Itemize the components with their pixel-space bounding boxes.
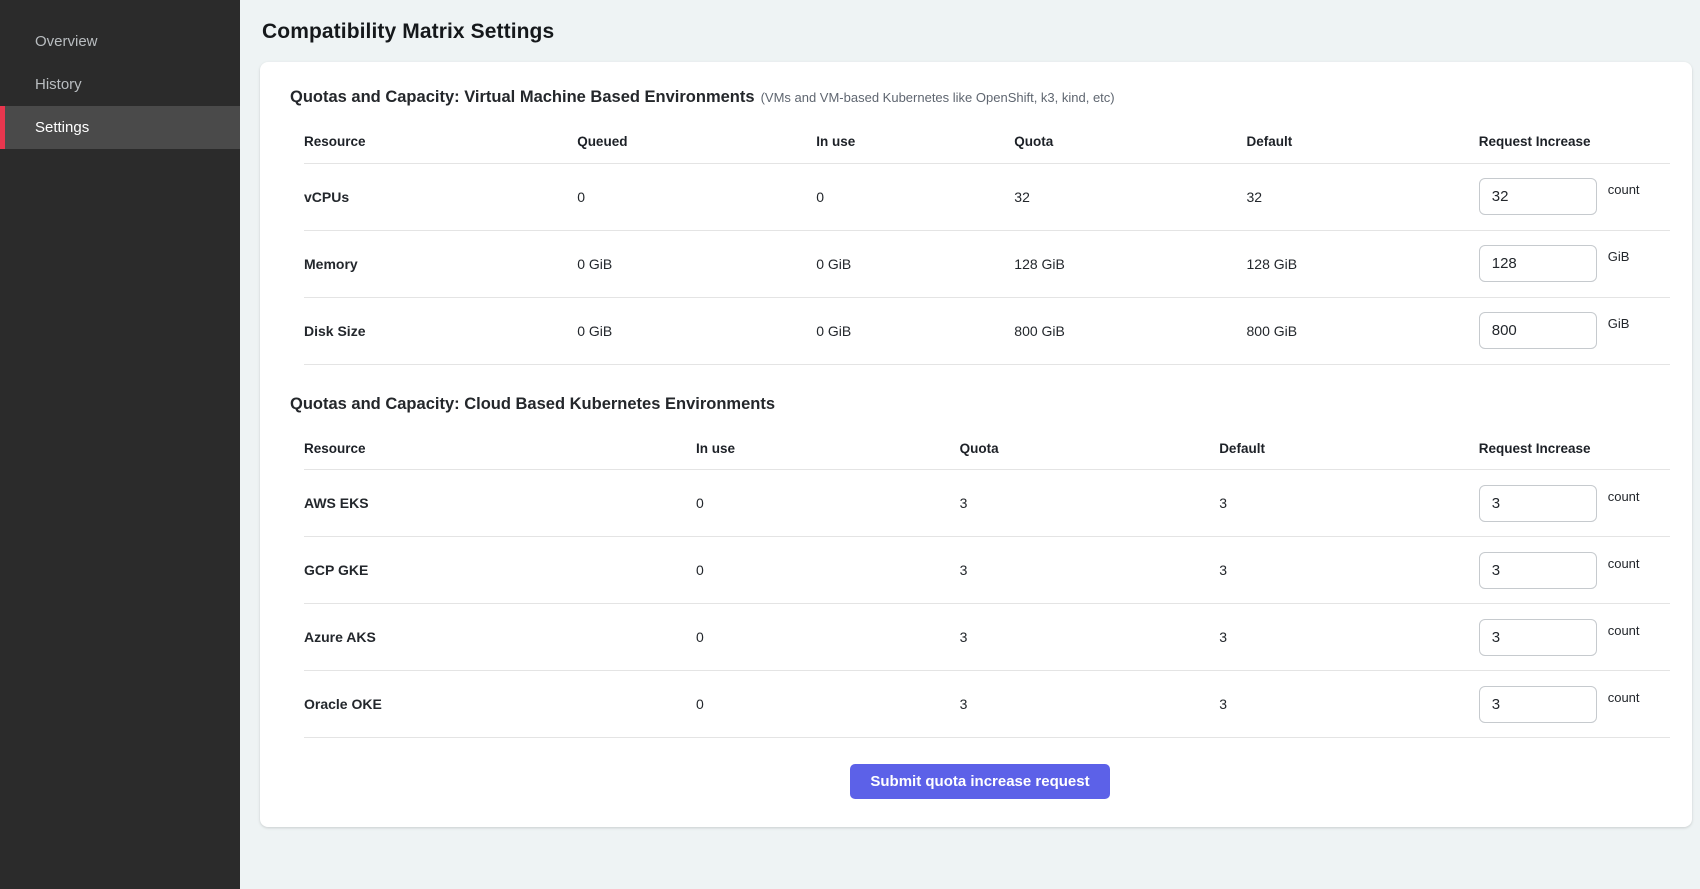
in-use-value: 0 (816, 163, 1014, 230)
unit-label: GiB (1608, 249, 1630, 264)
cloud-quota-table: Resource In use Quota Default Request In… (304, 428, 1670, 739)
request-increase-cell: count (1479, 178, 1670, 215)
table-row: Azure AKS 0 3 3 count (304, 604, 1670, 671)
vm-section-title-text: Quotas and Capacity: Virtual Machine Bas… (290, 88, 755, 106)
request-increase-cell: GiB (1479, 312, 1670, 349)
vm-table-header-row: Resource Queued In use Quota Default Req… (304, 121, 1670, 163)
request-increase-input[interactable] (1479, 619, 1597, 656)
default-value: 32 (1247, 163, 1479, 230)
default-value: 3 (1219, 604, 1479, 671)
cloud-section-title: Quotas and Capacity: Cloud Based Kuberne… (290, 395, 1670, 414)
in-use-value: 0 (696, 537, 960, 604)
table-row: Disk Size 0 GiB 0 GiB 800 GiB 800 GiB Gi… (304, 297, 1670, 364)
column-header-quota: Quota (960, 428, 1220, 470)
quota-value: 3 (960, 537, 1220, 604)
request-increase-cell: count (1479, 552, 1670, 589)
request-increase-input[interactable] (1479, 178, 1597, 215)
cloud-section-title-text: Quotas and Capacity: Cloud Based Kuberne… (290, 395, 775, 413)
quota-value: 800 GiB (1014, 297, 1246, 364)
sidebar-item-settings[interactable]: Settings (0, 106, 240, 149)
in-use-value: 0 (696, 671, 960, 738)
column-header-resource: Resource (304, 428, 696, 470)
unit-label: count (1608, 489, 1640, 504)
queued-value: 0 (577, 163, 816, 230)
quota-value: 3 (960, 604, 1220, 671)
table-row: vCPUs 0 0 32 32 count (304, 163, 1670, 230)
queued-value: 0 GiB (577, 297, 816, 364)
default-value: 3 (1219, 470, 1479, 537)
request-increase-cell: count (1479, 619, 1670, 656)
sidebar-item-label: Settings (35, 119, 89, 136)
queued-value: 0 GiB (577, 230, 816, 297)
resource-name: Disk Size (304, 297, 577, 364)
default-value: 3 (1219, 537, 1479, 604)
in-use-value: 0 (696, 604, 960, 671)
unit-label: count (1608, 623, 1640, 638)
default-value: 128 GiB (1247, 230, 1479, 297)
resource-name: vCPUs (304, 163, 577, 230)
in-use-value: 0 (696, 470, 960, 537)
vm-quota-table: Resource Queued In use Quota Default Req… (304, 121, 1670, 365)
sidebar-item-label: History (35, 76, 82, 93)
column-header-queued: Queued (577, 121, 816, 163)
resource-name: AWS EKS (304, 470, 696, 537)
table-row: Memory 0 GiB 0 GiB 128 GiB 128 GiB GiB (304, 230, 1670, 297)
unit-label: GiB (1608, 316, 1630, 331)
main-content: Compatibility Matrix Settings Quotas and… (240, 0, 1700, 889)
quota-value: 3 (960, 671, 1220, 738)
table-row: Oracle OKE 0 3 3 count (304, 671, 1670, 738)
column-header-request-increase: Request Increase (1479, 121, 1670, 163)
column-header-in-use: In use (816, 121, 1014, 163)
quota-value: 32 (1014, 163, 1246, 230)
column-header-resource: Resource (304, 121, 577, 163)
column-header-request-increase: Request Increase (1479, 428, 1670, 470)
page-title: Compatibility Matrix Settings (262, 20, 1692, 44)
request-increase-cell: count (1479, 485, 1670, 522)
request-increase-input[interactable] (1479, 485, 1597, 522)
in-use-value: 0 GiB (816, 297, 1014, 364)
vm-section-subtitle: (VMs and VM-based Kubernetes like OpenSh… (761, 90, 1115, 105)
resource-name: Azure AKS (304, 604, 696, 671)
unit-label: count (1608, 690, 1640, 705)
resource-name: Oracle OKE (304, 671, 696, 738)
request-increase-input[interactable] (1479, 245, 1597, 282)
column-header-default: Default (1247, 121, 1479, 163)
resource-name: GCP GKE (304, 537, 696, 604)
quota-settings-card: Quotas and Capacity: Virtual Machine Bas… (260, 62, 1692, 827)
quota-value: 128 GiB (1014, 230, 1246, 297)
sidebar-item-label: Overview (35, 33, 98, 50)
unit-label: count (1608, 556, 1640, 571)
unit-label: count (1608, 182, 1640, 197)
sidebar-item-history[interactable]: History (0, 63, 240, 106)
in-use-value: 0 GiB (816, 230, 1014, 297)
default-value: 800 GiB (1247, 297, 1479, 364)
resource-name: Memory (304, 230, 577, 297)
cloud-table-header-row: Resource In use Quota Default Request In… (304, 428, 1670, 470)
request-increase-cell: count (1479, 686, 1670, 723)
column-header-quota: Quota (1014, 121, 1246, 163)
request-increase-cell: GiB (1479, 245, 1670, 282)
quota-value: 3 (960, 470, 1220, 537)
sidebar: Overview History Settings (0, 0, 240, 889)
submit-quota-increase-button[interactable]: Submit quota increase request (850, 764, 1109, 799)
default-value: 3 (1219, 671, 1479, 738)
column-header-default: Default (1219, 428, 1479, 470)
sidebar-item-overview[interactable]: Overview (0, 20, 240, 63)
request-increase-input[interactable] (1479, 552, 1597, 589)
request-increase-input[interactable] (1479, 312, 1597, 349)
vm-section-title: Quotas and Capacity: Virtual Machine Bas… (290, 88, 1670, 107)
sidebar-nav: Overview History Settings (0, 20, 240, 149)
request-increase-input[interactable] (1479, 686, 1597, 723)
submit-button-container: Submit quota increase request (290, 764, 1670, 799)
table-row: GCP GKE 0 3 3 count (304, 537, 1670, 604)
table-row: AWS EKS 0 3 3 count (304, 470, 1670, 537)
column-header-in-use: In use (696, 428, 960, 470)
